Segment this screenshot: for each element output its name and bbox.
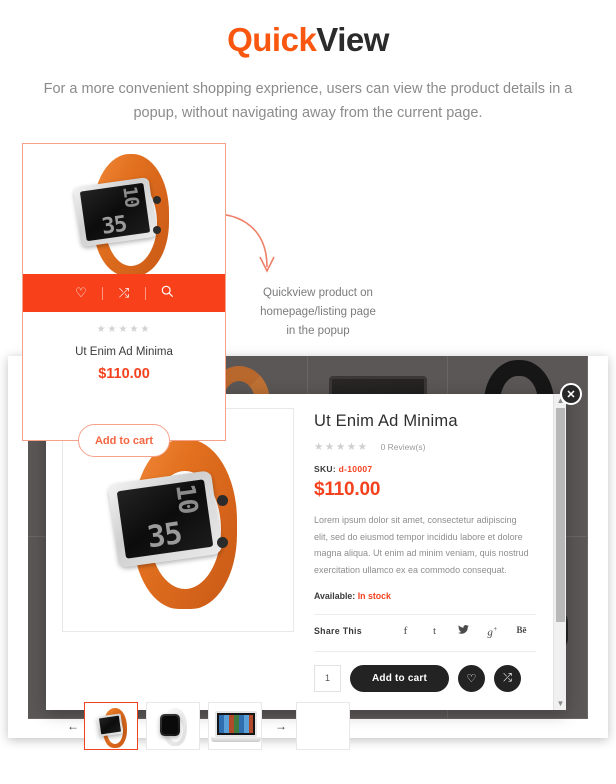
rating-stars-icon: ★★★★★	[314, 441, 369, 453]
facebook-icon[interactable]: f	[391, 625, 420, 639]
scroll-down-arrow-icon[interactable]: ▼	[554, 697, 567, 710]
product-card-image[interactable]: 10 35	[23, 144, 225, 274]
product-card-actions: ♡ ⤮	[23, 274, 225, 312]
thumbnail-prev-arrow[interactable]: ←	[62, 719, 84, 733]
google-plus-icon[interactable]: g+	[478, 625, 507, 639]
close-icon[interactable]: ✕	[560, 383, 582, 405]
quickview-product-title: Ut Enim Ad Minima	[314, 412, 458, 430]
thumbnail-white-watch[interactable]	[146, 702, 200, 751]
thumbnail-laptop[interactable]	[208, 702, 262, 751]
page-title-accent: Quick	[227, 21, 317, 58]
page-subtitle: For a more convenient shopping exprience…	[43, 81, 573, 122]
add-to-cart-button[interactable]: Add to cart	[350, 665, 449, 693]
thumb-art-orange-watch	[95, 706, 131, 749]
quickview-details: Ut Enim Ad Minima ★★★★★ 0 Review(s) SKU:…	[294, 408, 550, 693]
thumbnail-next-partial[interactable]	[296, 702, 350, 751]
product-card-price: $110.00	[98, 366, 150, 382]
product-card-stars-icon: ★★★★★	[96, 324, 152, 335]
share-label: Share This	[314, 626, 362, 637]
thumb-art-laptop-base	[211, 737, 261, 743]
product-card: 10 35 ♡ ⤮ ★★★★★ Ut Enim Ad Minima $110.0…	[22, 143, 226, 457]
compare-shuffle-icon[interactable]: ⤮	[493, 665, 521, 693]
thumbnail-next-arrow[interactable]: →	[270, 719, 292, 733]
thumb-art-laptop	[215, 711, 257, 738]
annotation-line-3: in the popup	[286, 324, 350, 337]
availability-label: Available:	[314, 590, 356, 601]
card-art-orange-watch: 10 35	[63, 152, 193, 274]
twitter-icon[interactable]	[449, 624, 478, 639]
behance-icon[interactable]: Bē	[507, 625, 536, 639]
divider-top	[314, 613, 536, 615]
review-count[interactable]: 0 Review(s)	[381, 442, 426, 452]
modal-scrollbar[interactable]: ▲ ▼	[553, 394, 566, 710]
sku-value: d-10007	[338, 464, 373, 474]
page-title-rest: View	[316, 21, 389, 58]
product-card-name[interactable]: Ut Enim Ad Minima	[23, 346, 225, 358]
page-title: QuickView	[0, 0, 616, 58]
quickview-price: $110.00	[314, 479, 381, 500]
product-card-add-to-cart-button[interactable]: Add to cart	[78, 424, 170, 457]
divider-bottom	[314, 651, 536, 653]
thumbnail-orange-watch[interactable]	[84, 702, 138, 751]
quickview-share-row: Share This f t g+ Bē	[314, 625, 536, 639]
quickview-rating-row: ★★★★★ 0 Review(s)	[314, 441, 550, 453]
quantity-input[interactable]: 1	[314, 665, 341, 693]
search-zoom-icon[interactable]	[146, 285, 188, 301]
page-header: QuickView For a more convenient shopping…	[0, 0, 616, 126]
shuffle-compare-icon[interactable]: ⤮	[103, 285, 145, 301]
availability-value: In stock	[357, 590, 391, 601]
thumb-art-white-watch	[156, 707, 192, 747]
annotation-line-1: Quickview product on	[263, 287, 373, 299]
wishlist-heart-icon[interactable]: ♡	[457, 665, 485, 693]
annotation-text: Quickview product on homepage/listing pa…	[248, 284, 388, 341]
quickview-feature-page: QuickView For a more convenient shopping…	[0, 0, 616, 784]
product-image-orange-watch: 10 35	[91, 433, 271, 611]
scrollbar-thumb[interactable]	[556, 408, 565, 622]
product-card-info: ★★★★★ Ut Enim Ad Minima $110.00	[23, 312, 225, 382]
tumblr-icon[interactable]: t	[420, 625, 449, 639]
quickview-cart-row: 1 Add to cart ♡ ⤮	[314, 665, 550, 693]
quickview-thumbnail-strip: ← →	[46, 692, 566, 751]
quickview-description: Lorem ipsum dolor sit amet, consectetur …	[314, 515, 529, 575]
sku-label: SKU:	[314, 464, 336, 474]
heart-icon[interactable]: ♡	[60, 285, 102, 301]
quickview-sku: SKU: d-10007	[314, 464, 550, 474]
annotation-line-2: homepage/listing page	[260, 305, 376, 318]
social-links: f t g+ Bē	[391, 625, 536, 639]
quickview-availability: Available: In stock	[314, 591, 550, 601]
